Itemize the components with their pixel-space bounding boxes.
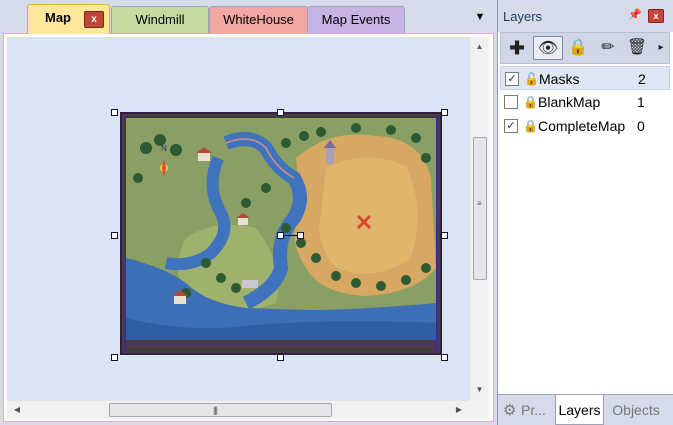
scroll-down-icon[interactable]: ▼	[470, 382, 489, 398]
tab-windmill[interactable]: Windmill	[111, 6, 209, 33]
resize-handle-left[interactable]	[111, 232, 118, 239]
add-layer-icon[interactable]: ✚	[504, 36, 530, 60]
resize-handle-top[interactable]	[277, 109, 284, 116]
scroll-left-icon[interactable]: ◀	[9, 401, 25, 419]
layer-row-completemap[interactable]: ✓ 🔒 CompleteMap 0	[500, 114, 670, 138]
layers-panel: Layers 📌 x ✚ 👁 🔒 ✏ 🗑 ▸ ✓ 🔓 Masks 2 🔒 Bla…	[497, 0, 673, 425]
document-tab-bar: Map x Windmill WhiteHouse Map Events ▼	[0, 0, 497, 34]
layer-row-blankmap[interactable]: 🔒 BlankMap 1	[500, 90, 670, 114]
lock-icon[interactable]: 🔒	[523, 118, 538, 134]
gear-icon: ⚙	[503, 402, 517, 419]
scroll-up-icon[interactable]: ▲	[470, 39, 489, 55]
rotation-handle[interactable]	[297, 232, 304, 239]
vertical-scroll-thumb[interactable]: ≡	[473, 137, 487, 280]
eye-icon[interactable]: 👁	[533, 36, 563, 60]
tab-windmill-label: Windmill	[135, 12, 185, 27]
panel-bottom-tabs: ⚙ Pr... Layers Objects	[498, 394, 673, 425]
tab-properties-label: Pr...	[521, 402, 546, 418]
pencil-icon[interactable]: ✏	[595, 36, 621, 60]
resize-handle-top-right[interactable]	[441, 109, 448, 116]
tab-map-label: Map	[45, 10, 71, 25]
trash-icon[interactable]: 🗑	[624, 36, 650, 60]
resize-handle-bottom-left[interactable]	[111, 354, 118, 361]
layer-row-masks[interactable]: ✓ 🔓 Masks 2	[500, 66, 670, 90]
resize-handle-bottom-right[interactable]	[441, 354, 448, 361]
resize-handle-bottom[interactable]	[277, 354, 284, 361]
tab-whitehouse-label: WhiteHouse	[223, 12, 294, 27]
tab-list-dropdown-icon[interactable]: ▼	[474, 10, 486, 24]
panel-titlebar: Layers 📌 x	[498, 0, 673, 32]
tab-map[interactable]: Map x	[27, 4, 110, 34]
scroll-grip-icon: ≡	[477, 199, 482, 208]
layer-count: 1	[637, 94, 645, 110]
layer-name: CompleteMap	[538, 114, 632, 138]
pin-icon[interactable]: 📌	[628, 8, 642, 22]
layer-count: 0	[637, 118, 645, 134]
scroll-grip-icon: |||	[213, 405, 218, 415]
tab-objects[interactable]: Objects	[606, 395, 666, 425]
tab-layers[interactable]: Layers	[555, 395, 604, 425]
resize-handle-top-left[interactable]	[111, 109, 118, 116]
lock-icon[interactable]: 🔒	[523, 94, 538, 110]
layer-visibility-checkbox[interactable]: ✓	[504, 119, 518, 133]
layers-toolbar: ✚ 👁 🔒 ✏ 🗑 ▸	[500, 32, 670, 64]
layer-name: Masks	[539, 71, 580, 87]
horizontal-scroll-thumb[interactable]: |||	[109, 403, 332, 417]
document-frame: N ▲ ≡ ▼ ◀ ||| ▶	[3, 33, 494, 422]
scroll-corner	[469, 400, 489, 419]
tab-properties[interactable]: ⚙ Pr...	[500, 395, 555, 425]
panel-title: Layers	[503, 9, 543, 24]
tab-objects-label: Objects	[612, 402, 660, 418]
map-editor: Map x Windmill WhiteHouse Map Events ▼ N…	[0, 0, 497, 425]
more-tools-icon[interactable]: ▸	[655, 36, 667, 60]
close-panel-button[interactable]: x	[648, 9, 664, 23]
rotation-center-handle[interactable]	[277, 232, 284, 239]
tab-map-events-label: Map Events	[321, 12, 391, 27]
vertical-scrollbar[interactable]: ▲ ≡ ▼	[469, 37, 489, 400]
tab-whitehouse[interactable]: WhiteHouse	[209, 6, 308, 33]
rotation-handle-line	[284, 235, 298, 236]
tab-map-events[interactable]: Map Events	[307, 6, 405, 33]
unlocked-icon[interactable]: 🔓	[524, 71, 539, 87]
layer-name: BlankMap	[538, 94, 601, 110]
lock-icon[interactable]: 🔒	[565, 36, 591, 60]
layer-visibility-checkbox[interactable]: ✓	[505, 72, 519, 86]
layer-count: 2	[638, 71, 646, 87]
layer-name-text: CompleteMap	[538, 118, 626, 134]
tab-layers-label: Layers	[558, 402, 601, 418]
layer-visibility-checkbox[interactable]	[504, 95, 518, 109]
close-tab-button[interactable]: x	[84, 11, 104, 28]
scroll-right-icon[interactable]: ▶	[451, 401, 467, 419]
svg-text:N: N	[161, 144, 167, 153]
horizontal-scrollbar[interactable]: ◀ ||| ▶	[7, 400, 469, 419]
map-canvas[interactable]: N	[7, 37, 469, 400]
resize-handle-right[interactable]	[441, 232, 448, 239]
layer-list: ✓ 🔓 Masks 2 🔒 BlankMap 1 ✓ 🔒 CompleteMap…	[500, 64, 670, 394]
